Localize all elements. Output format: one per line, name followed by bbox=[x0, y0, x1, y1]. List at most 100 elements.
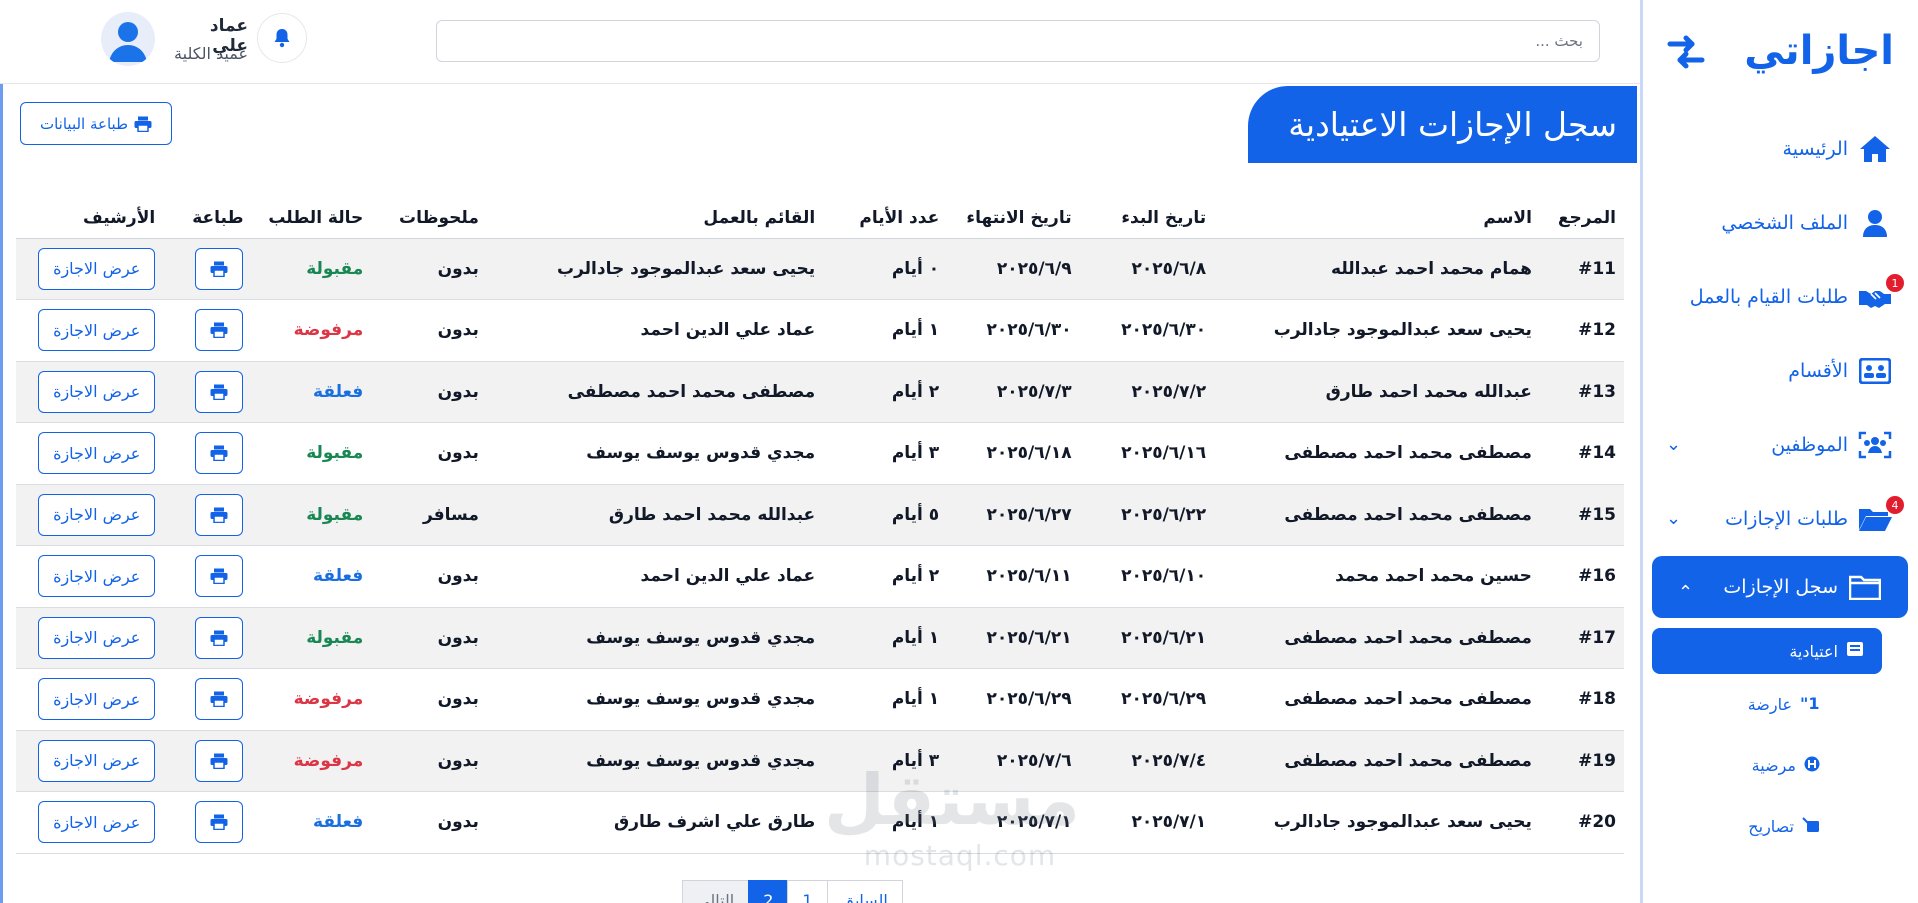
table-row: #18 مصطفى محمد احمد مصطفى ٢٠٢٥/٦/٢٩ ٢٠٢٥/٦/… bbox=[16, 668, 1624, 731]
table-row: #15 مصطفى محمد احمد مصطفى ٢٠٢٥/٦/٢٢ ٢٠٢٥/٦/… bbox=[16, 484, 1624, 546]
notifications-button[interactable] bbox=[257, 13, 307, 63]
cell-status: مقبولة bbox=[251, 607, 372, 669]
row-print-button[interactable] bbox=[195, 616, 244, 659]
leave-records-table: المرجع الاسم تاريخ البدء تاريخ الانتهاء … bbox=[16, 198, 1624, 854]
row-print-button[interactable] bbox=[195, 309, 244, 352]
cell-archive: عرض الاجازة bbox=[16, 238, 164, 300]
cell-print bbox=[163, 668, 252, 731]
cell-name: عبدالله محمد احمد طارق bbox=[1214, 361, 1540, 423]
sidebar-item-substitute-requests[interactable]: طلبات القيام بالعمل 1 bbox=[1640, 260, 1918, 334]
avatar[interactable] bbox=[101, 12, 155, 66]
sidebar-item-departments[interactable]: الأقسام bbox=[1640, 334, 1918, 408]
cell-notes: مسافر bbox=[371, 484, 487, 546]
row-print-button[interactable] bbox=[195, 801, 244, 844]
print-data-button[interactable]: طباعة البيانات bbox=[20, 102, 172, 145]
row-print-button[interactable] bbox=[195, 247, 244, 290]
sidebar-item-profile[interactable]: الملف الشخصي bbox=[1640, 186, 1918, 260]
view-leave-button[interactable]: عرض الاجازة bbox=[38, 739, 156, 782]
cell-status: فعلقة bbox=[251, 361, 372, 423]
sidebar-subitem-ordinary[interactable]: اعتيادية bbox=[1652, 628, 1882, 674]
view-leave-button[interactable]: عرض الاجازة bbox=[38, 616, 156, 659]
table-row: #14 مصطفى محمد احمد مصطفى ٢٠٢٥/٦/١٦ ٢٠٢٥/٦/… bbox=[16, 422, 1624, 485]
sidebar-subitem-casual[interactable]: عارضة "1" bbox=[1640, 674, 1918, 735]
svg-text:"1": "1" bbox=[1800, 695, 1820, 711]
cell-start-date: ٢٠٢٥/٦/٣٠ bbox=[1079, 299, 1215, 362]
view-leave-button[interactable]: عرض الاجازة bbox=[38, 370, 156, 413]
view-leave-button[interactable]: عرض الاجازة bbox=[38, 555, 156, 598]
row-print-button[interactable] bbox=[195, 493, 244, 536]
search-box[interactable] bbox=[436, 20, 1600, 62]
sidebar-toggle-button[interactable] bbox=[1666, 34, 1706, 70]
cell-end-date: ٢٠٢٥/٧/١ bbox=[947, 791, 1080, 854]
sidebar-subitem-label: مرضية bbox=[1751, 756, 1796, 775]
cell-name: حسين محمد احمد محمد bbox=[1214, 545, 1540, 608]
cell-start-date: ٢٠٢٥/٧/٢ bbox=[1079, 361, 1215, 423]
cell-status: فعلقة bbox=[251, 791, 372, 854]
cell-days: ١ أيام bbox=[823, 668, 948, 731]
view-leave-button[interactable]: عرض الاجازة bbox=[38, 493, 156, 536]
cell-print bbox=[163, 730, 252, 792]
sidebar-item-label: الموظفين bbox=[1771, 434, 1848, 456]
cell-days: ١ أيام bbox=[823, 791, 948, 854]
cell-archive: عرض الاجازة bbox=[16, 299, 164, 362]
cell-end-date: ٢٠٢٥/٦/٩ bbox=[947, 238, 1080, 300]
cell-archive: عرض الاجازة bbox=[16, 422, 164, 485]
pagination-prev[interactable]: السابق bbox=[826, 880, 903, 903]
search-input[interactable] bbox=[437, 21, 1599, 61]
cell-name: همام محمد احمد عبدالله bbox=[1214, 238, 1540, 300]
view-leave-button[interactable]: عرض الاجازة bbox=[38, 678, 156, 721]
cell-substitute: عبدالله محمد احمد طارق bbox=[486, 484, 824, 546]
table-row: #13 عبدالله محمد احمد طارق ٢٠٢٥/٧/٢ ٢٠٢٥/٧/… bbox=[16, 361, 1624, 423]
cell-notes: بدون bbox=[371, 545, 487, 608]
table-row: #16 حسين محمد احمد محمد ٢٠٢٥/٦/١٠ ٢٠٢٥/٦/١١… bbox=[16, 545, 1624, 608]
cell-name: مصطفى محمد احمد مصطفى bbox=[1214, 422, 1540, 485]
cell-ref: #16 bbox=[1539, 545, 1624, 608]
cell-notes: بدون bbox=[371, 668, 487, 731]
sidebar-item-leave-requests[interactable]: ⌄ طلبات الإجازات 4 bbox=[1640, 482, 1918, 556]
cell-days: ١ أيام bbox=[823, 299, 948, 362]
view-leave-button[interactable]: عرض الاجازة bbox=[38, 432, 156, 475]
chevron-down-icon: ⌄ bbox=[1666, 434, 1682, 455]
cell-substitute: يحيى سعد عبدالموجود جادالرب bbox=[486, 238, 824, 300]
view-leave-button[interactable]: عرض الاجازة bbox=[38, 801, 156, 844]
cell-days: ٥ أيام bbox=[823, 484, 948, 546]
pagination-next[interactable]: التالي bbox=[682, 880, 750, 903]
pagination-page-1[interactable]: 1 bbox=[787, 880, 828, 903]
home-icon bbox=[1858, 134, 1892, 164]
row-print-button[interactable] bbox=[195, 678, 244, 721]
cell-ref: #12 bbox=[1539, 299, 1624, 362]
sidebar-item-employees[interactable]: ⌄ الموظفين bbox=[1640, 408, 1918, 482]
cell-end-date: ٢٠٢٥/٦/٢٧ bbox=[947, 484, 1080, 546]
cell-archive: عرض الاجازة bbox=[16, 361, 164, 423]
departments-icon bbox=[1858, 356, 1892, 386]
pagination-page-2[interactable]: 2 bbox=[748, 880, 789, 903]
cell-end-date: ٢٠٢٥/٧/٣ bbox=[947, 361, 1080, 423]
view-leave-button[interactable]: عرض الاجازة bbox=[38, 247, 156, 290]
row-print-button[interactable] bbox=[195, 370, 244, 413]
chevron-down-icon: ⌄ bbox=[1666, 508, 1682, 529]
table-row: #19 مصطفى محمد احمد مصطفى ٢٠٢٥/٧/٤ ٢٠٢٥/٧/٦… bbox=[16, 730, 1624, 792]
hospital-icon bbox=[1804, 756, 1820, 776]
cell-ref: #20 bbox=[1539, 791, 1624, 854]
sidebar-subitem-permits[interactable]: تصاريح bbox=[1640, 796, 1918, 857]
printer-icon bbox=[210, 630, 228, 646]
cell-name: مصطفى محمد احمد مصطفى bbox=[1214, 607, 1540, 669]
cell-print bbox=[163, 484, 252, 546]
folder-icon bbox=[1848, 572, 1882, 602]
row-print-button[interactable] bbox=[195, 555, 244, 598]
cell-status: مرفوضة bbox=[251, 730, 372, 792]
row-print-button[interactable] bbox=[195, 432, 244, 475]
row-print-button[interactable] bbox=[195, 739, 244, 782]
header-status: حالة الطلب bbox=[251, 198, 372, 239]
cell-substitute: عماد علي الدين احمد bbox=[486, 545, 824, 608]
sidebar-item-leave-records[interactable]: ⌃ سجل الإجازات bbox=[1652, 556, 1908, 618]
printer-icon bbox=[210, 261, 228, 277]
sidebar-subitem-label: اعتيادية bbox=[1789, 641, 1838, 661]
cell-start-date: ٢٠٢٥/٦/٢٩ bbox=[1079, 668, 1215, 731]
cell-start-date: ٢٠٢٥/٧/٤ bbox=[1079, 730, 1215, 792]
sidebar-item-home[interactable]: الرئيسية bbox=[1640, 112, 1918, 186]
employees-icon bbox=[1858, 430, 1892, 460]
sidebar-subitem-sick[interactable]: مرضية bbox=[1640, 735, 1918, 796]
view-leave-button[interactable]: عرض الاجازة bbox=[38, 309, 156, 352]
table-row: #12 يحيى سعد عبدالموجود جادالرب ٢٠٢٥/٦/٣٠ ٢… bbox=[16, 299, 1624, 362]
